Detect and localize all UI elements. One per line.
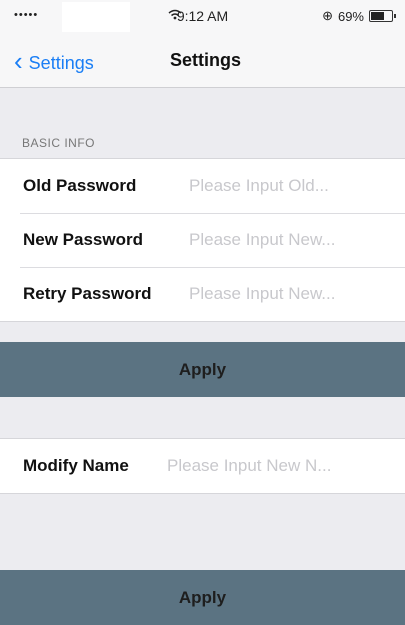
navigation-bar: ‹ Settings Settings <box>0 35 405 88</box>
battery-icon <box>369 10 396 22</box>
password-group: Old Password New Password Retry Password <box>0 158 405 322</box>
old-password-label: Old Password <box>23 176 137 195</box>
retry-password-row: Retry Password <box>0 267 405 321</box>
new-password-row: New Password <box>0 213 405 267</box>
page-title: Settings <box>170 50 242 70</box>
back-button[interactable]: ‹ Settings <box>14 46 94 77</box>
new-password-label: New Password <box>23 230 143 249</box>
section-header-basic-info: BASIC INFO <box>22 136 96 150</box>
battery-tip <box>394 14 396 18</box>
back-button-label: Settings <box>28 52 94 73</box>
apply-password-button[interactable]: Apply <box>0 342 405 397</box>
retry-password-label: Retry Password <box>23 284 152 303</box>
old-password-field[interactable] <box>187 159 385 213</box>
battery-level <box>371 12 385 20</box>
modify-name-label: Modify Name <box>23 456 129 475</box>
name-group: Modify Name <box>0 438 405 494</box>
modify-name-row: Modify Name <box>0 439 405 493</box>
retry-password-field[interactable] <box>187 267 385 321</box>
modify-name-field[interactable] <box>165 439 385 493</box>
status-bar: ••••• 9:12 AM ⊕ 69% <box>0 0 405 35</box>
battery-group: ⊕ 69% <box>322 8 396 24</box>
orientation-lock-icon: ⊕ <box>322 8 333 23</box>
old-password-row: Old Password <box>0 159 405 213</box>
new-password-field[interactable] <box>187 213 385 267</box>
apply-name-button[interactable]: Apply <box>0 570 405 625</box>
chevron-left-icon: ‹ <box>14 46 23 76</box>
battery-percent: 69% <box>337 8 364 24</box>
